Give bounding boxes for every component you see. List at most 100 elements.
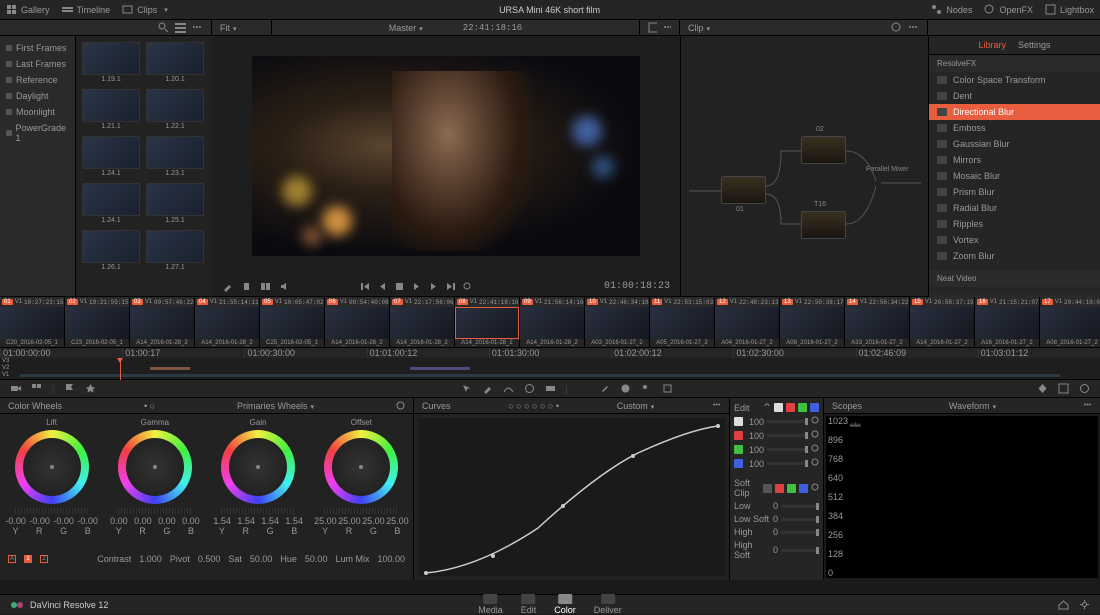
- scopes-mode[interactable]: Waveform: [949, 401, 996, 411]
- last-icon[interactable]: [445, 281, 456, 292]
- fx-item[interactable]: Radial Blur: [929, 200, 1100, 216]
- clip-thumb[interactable]: 05V110:05:47:02C25_2016-02-05_1: [260, 297, 325, 347]
- still-thumb[interactable]: 1.25.1: [146, 183, 204, 224]
- loop-icon[interactable]: [462, 281, 473, 292]
- more-icon[interactable]: [663, 22, 672, 33]
- curves-editor[interactable]: [418, 418, 725, 576]
- circle-icon[interactable]: [524, 383, 535, 394]
- clip-thumb[interactable]: 10V122:46:34:18A03_2016-01-27_2: [585, 297, 650, 347]
- home-icon[interactable]: [1058, 599, 1069, 610]
- b-intensity[interactable]: [767, 462, 808, 465]
- clip-dropdown[interactable]: Clip: [688, 23, 710, 33]
- lowsoft-slider[interactable]: [781, 518, 819, 521]
- fx-item[interactable]: Directional Blur: [929, 104, 1100, 120]
- still-thumb[interactable]: 1.27.1: [146, 230, 204, 271]
- still-thumb[interactable]: 1.20.1: [146, 42, 204, 83]
- chip-r[interactable]: [786, 403, 795, 412]
- fx-item[interactable]: Emboss: [929, 120, 1100, 136]
- marker-icon[interactable]: [241, 281, 252, 292]
- next-icon[interactable]: [428, 281, 439, 292]
- still-thumb[interactable]: 1.22.1: [146, 89, 204, 130]
- mask-icon[interactable]: [620, 383, 631, 394]
- color-wheel[interactable]: [221, 430, 295, 504]
- clip-thumb[interactable]: 06V109:54:40:08A14_2016-01-28_2: [325, 297, 390, 347]
- more-icon[interactable]: [908, 22, 919, 33]
- key-icon[interactable]: [641, 383, 652, 394]
- split-icon[interactable]: [260, 281, 271, 292]
- fx-item[interactable]: Zoom Blur: [929, 248, 1100, 264]
- node-t16[interactable]: [801, 211, 846, 239]
- reset-icon[interactable]: [811, 458, 819, 469]
- lightbox-toggle[interactable]: Lightbox: [1045, 4, 1094, 15]
- page-2[interactable]: 2: [40, 555, 48, 563]
- page-deliver[interactable]: Deliver: [594, 594, 622, 615]
- waveform-scope[interactable]: 10238967686405123842561280: [826, 416, 1098, 578]
- still-thumb[interactable]: 1.26.1: [82, 230, 140, 271]
- link-icon[interactable]: [763, 402, 771, 413]
- clip-thumb[interactable]: 03V109:57:46:22A14_2016-01-28_2: [130, 297, 195, 347]
- more-icon[interactable]: [1083, 400, 1092, 411]
- prev-icon[interactable]: [377, 281, 388, 292]
- reset-icon[interactable]: [811, 483, 819, 494]
- master-slider[interactable]: [118, 508, 192, 514]
- reset-icon[interactable]: [811, 416, 819, 427]
- color-wheel[interactable]: [15, 430, 89, 504]
- grid-icon[interactable]: [31, 383, 42, 394]
- r-intensity[interactable]: [767, 434, 808, 437]
- mini-timeline[interactable]: 01:00:00:0001:00:1701:00:30:0001:01:00:1…: [0, 348, 1100, 380]
- wheels-mode[interactable]: Primaries Wheels: [237, 401, 314, 411]
- gallery-item[interactable]: Moonlight: [4, 104, 71, 120]
- fx-item[interactable]: Gaussian Blur: [929, 136, 1100, 152]
- clip-thumb[interactable]: 16V121:15:21:07A16_2016-01-27_2: [975, 297, 1040, 347]
- gallery-item[interactable]: PowerGrade 1: [4, 120, 71, 146]
- scope-icon[interactable]: [1058, 383, 1069, 394]
- node-01[interactable]: [721, 176, 766, 204]
- keyframe-icon[interactable]: [1037, 383, 1048, 394]
- camera-icon[interactable]: [10, 383, 21, 394]
- fx-item[interactable]: Prism Blur: [929, 184, 1100, 200]
- clip-thumb[interactable]: 14V122:56:34:22A33_2016-01-27_2: [845, 297, 910, 347]
- page-media[interactable]: Media: [478, 594, 503, 615]
- chip-b[interactable]: [810, 403, 819, 412]
- clip-thumb[interactable]: 11V122:53:15:03A05_2016-01-27_2: [650, 297, 715, 347]
- reset-icon[interactable]: [396, 401, 405, 410]
- gallery-toggle[interactable]: Gallery: [6, 4, 50, 15]
- clips-toggle[interactable]: Clips: [122, 4, 168, 15]
- fx-item[interactable]: Ripples: [929, 216, 1100, 232]
- y-intensity[interactable]: [767, 420, 808, 423]
- fx-item[interactable]: Mirrors: [929, 152, 1100, 168]
- highsoft-slider[interactable]: [781, 549, 819, 552]
- high-slider[interactable]: [781, 531, 819, 534]
- clip-thumb[interactable]: 08V122:41:18:16A14_2016-01-28_2: [455, 297, 520, 347]
- list-icon[interactable]: [175, 22, 186, 33]
- more-icon[interactable]: [192, 22, 203, 33]
- pointer-icon[interactable]: [461, 383, 472, 394]
- node-graph[interactable]: 01 02 T16 Parallel Mixer: [680, 36, 928, 296]
- low-slider[interactable]: [781, 505, 819, 508]
- fx-item[interactable]: Color Space Transform: [929, 72, 1100, 88]
- expand-icon[interactable]: [648, 22, 657, 33]
- clip-thumb[interactable]: 02V119:21:59:15C23_2016-02-05_1: [65, 297, 130, 347]
- still-thumb[interactable]: 1.19.1: [82, 42, 140, 83]
- clip-thumb[interactable]: 07V122:17:56:06A14_2016-01-28_2: [390, 297, 455, 347]
- still-thumb[interactable]: 1.24.1: [82, 183, 140, 224]
- master-slider[interactable]: [221, 508, 295, 514]
- chip-g[interactable]: [798, 403, 807, 412]
- fx-item[interactable]: Vortex: [929, 232, 1100, 248]
- info-icon[interactable]: [1079, 383, 1090, 394]
- gear-icon[interactable]: [1079, 599, 1090, 610]
- color-wheel[interactable]: [324, 430, 398, 504]
- mute-icon[interactable]: [279, 281, 290, 292]
- clip-thumb[interactable]: 09V121:56:14:16A14_2016-01-28_2: [520, 297, 585, 347]
- nodes-toggle[interactable]: Nodes: [931, 4, 972, 15]
- fx-item[interactable]: Mosaic Blur: [929, 168, 1100, 184]
- first-icon[interactable]: [360, 281, 371, 292]
- curves-mode[interactable]: Custom: [617, 401, 655, 411]
- node-02[interactable]: [801, 136, 846, 164]
- clip-thumb[interactable]: 17V120:44:10:09A08_2016-01-27_2: [1040, 297, 1100, 347]
- master-slider[interactable]: [15, 508, 89, 514]
- page-edit[interactable]: Edit: [521, 594, 537, 615]
- gallery-item[interactable]: Daylight: [4, 88, 71, 104]
- eyedrop-icon[interactable]: [599, 383, 610, 394]
- g-intensity[interactable]: [767, 448, 808, 451]
